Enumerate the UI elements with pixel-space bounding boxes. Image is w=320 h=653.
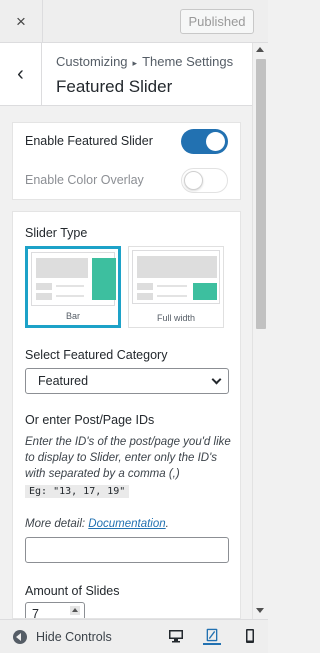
slides-number-input[interactable]: 7 [25,602,85,619]
toggle-knob [206,132,225,151]
post-ids-description: Enter the ID's of the post/page you'd li… [25,436,231,480]
category-label: Select Featured Category [25,348,168,362]
breadcrumb: Customizing ▸ Theme Settings [56,54,233,69]
customizer-header: × Published [0,0,268,43]
breadcrumb-separator-icon: ▸ [132,58,138,68]
layout-preview [132,250,220,304]
hide-controls-button[interactable]: Hide Controls [36,630,112,644]
publish-button[interactable]: Published [180,9,254,34]
enable-slider-label: Enable Featured Slider [25,134,153,148]
close-button[interactable]: × [0,0,43,43]
documentation-link[interactable]: Documentation [88,518,165,530]
tablet-icon[interactable] [203,627,221,645]
section-header: ‹ Customizing ▸ Theme Settings Featured Sl… [0,43,252,106]
enable-overlay-toggle[interactable] [181,168,228,193]
toggles-panel: Enable Featured Slider Enable Color Over… [12,122,241,200]
post-ids-label: Or enter Post/Page IDs [25,413,155,427]
mobile-icon[interactable] [241,627,259,645]
post-ids-example: Eg: "13, 17, 19" [25,485,130,498]
layout-preview [31,252,116,306]
customizer-footer: Hide Controls [0,619,268,653]
desktop-icon[interactable] [167,627,185,645]
more-detail-text: More detail: Documentation. [25,516,233,532]
slider-settings-panel: Slider Type Bar Full width Select Featur… [12,211,241,619]
toggle-knob [184,171,203,190]
scroll-thumb[interactable] [256,59,266,329]
enable-overlay-label: Enable Color Overlay [25,173,144,187]
collapse-icon[interactable] [13,630,27,644]
link-suffix: . [165,518,169,530]
scroll-up-icon[interactable] [256,47,264,52]
scrollbar[interactable] [252,43,268,619]
breadcrumb-parent: Customizing [56,54,128,69]
slider-type-caption: Bar [65,311,80,321]
slides-label: Amount of Slides [25,584,120,598]
slider-type-label: Slider Type [25,226,88,240]
breadcrumb-child: Theme Settings [142,54,234,69]
chevron-down-icon [211,374,222,385]
section-title: Featured Slider [56,77,173,96]
slider-type-caption: Full width [156,313,195,323]
chevron-left-icon: ‹ [17,63,24,85]
close-icon: × [16,11,26,31]
stepper-up-icon[interactable] [70,606,80,615]
category-select[interactable]: Featured [25,368,229,394]
slider-type-bar-option[interactable]: Bar [25,246,121,328]
slides-value: 7 [32,607,39,619]
scroll-down-icon[interactable] [256,608,264,613]
enable-slider-toggle[interactable] [181,129,228,154]
category-select-value: Featured [38,374,89,388]
slider-type-fullwidth-option[interactable]: Full width [128,246,224,328]
post-ids-input[interactable] [25,537,229,563]
more-detail-label: More detail: [25,518,86,530]
back-button[interactable]: ‹ [0,43,42,106]
